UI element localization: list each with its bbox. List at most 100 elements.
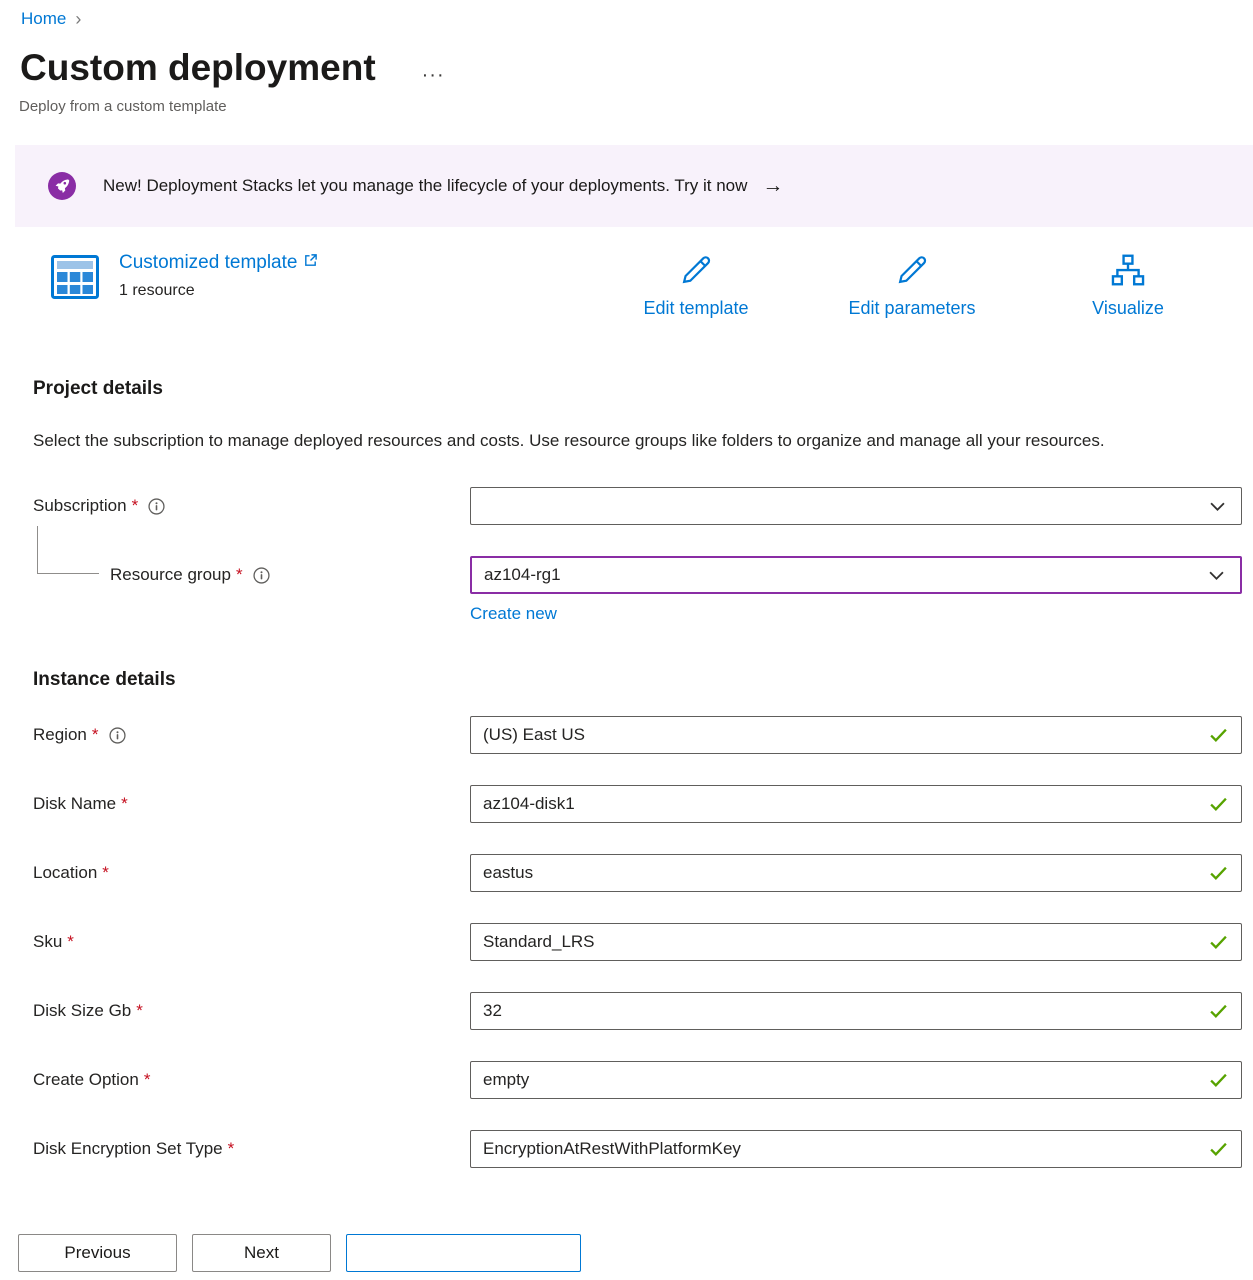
region-input[interactable]: (US) East US [470, 716, 1242, 754]
resource-group-control: az104-rg1 [470, 556, 1242, 594]
location-input[interactable]: eastus [470, 854, 1242, 892]
info-icon[interactable] [253, 567, 270, 584]
create-option-field-row: Create Option * empty [33, 1061, 1253, 1099]
location-value: eastus [483, 863, 533, 883]
arrow-right-icon[interactable]: → [762, 174, 783, 198]
parent-child-connector-line [37, 526, 99, 574]
subscription-dropdown[interactable] [470, 487, 1242, 525]
required-marker: * [136, 1001, 143, 1021]
disk-size-gb-input[interactable]: 32 [470, 992, 1242, 1030]
sku-control: Standard_LRS [470, 923, 1242, 961]
subscription-label: Subscription [33, 496, 127, 516]
region-label: Region [33, 725, 87, 745]
region-control: (US) East US [470, 716, 1242, 754]
valid-check-icon [1209, 728, 1228, 743]
disk-name-value: az104-disk1 [483, 794, 575, 814]
required-marker: * [228, 1139, 235, 1159]
region-label-group: Region * [33, 725, 470, 745]
resource-group-dropdown[interactable]: az104-rg1 [470, 556, 1242, 594]
wizard-footer: Previous Next Review + create [0, 1206, 1253, 1280]
page-subtitle: Deploy from a custom template [19, 98, 1253, 115]
chevron-right-icon: › [75, 10, 81, 28]
instance-details-heading: Instance details [33, 669, 1253, 691]
subscription-label-group: Subscription * [33, 496, 470, 516]
required-marker: * [132, 496, 139, 516]
required-marker: * [92, 725, 99, 745]
create-option-value: empty [483, 1070, 529, 1090]
region-field-row: Region * (US) East US [33, 716, 1253, 754]
location-label: Location [33, 863, 97, 883]
disk-size-gb-control: 32 [470, 992, 1242, 1030]
valid-check-icon [1209, 1004, 1228, 1019]
location-control: eastus [470, 854, 1242, 892]
more-options-button[interactable]: ··· [422, 64, 445, 87]
title-row: Custom deployment ··· [20, 45, 1253, 91]
resource-group-value: az104-rg1 [484, 565, 561, 585]
valid-check-icon [1209, 866, 1228, 881]
disk-encryption-set-type-input[interactable]: EncryptionAtRestWithPlatformKey [470, 1130, 1242, 1168]
edit-template-button[interactable]: Edit template [588, 251, 804, 319]
customized-template-link[interactable]: Customized template [119, 252, 318, 274]
info-icon[interactable] [109, 727, 126, 744]
required-marker: * [144, 1070, 151, 1090]
create-new-link[interactable]: Create new [470, 604, 557, 624]
pencil-icon [893, 251, 931, 294]
disk-encryption-set-type-control: EncryptionAtRestWithPlatformKey [470, 1130, 1242, 1168]
external-link-icon [303, 252, 318, 274]
disk-size-gb-field-row: Disk Size Gb * 32 [33, 992, 1253, 1030]
project-details-description: Select the subscription to manage deploy… [33, 425, 1183, 456]
edit-template-label: Edit template [643, 298, 748, 319]
create-option-label-group: Create Option * [33, 1070, 470, 1090]
disk-encryption-set-type-value: EncryptionAtRestWithPlatformKey [483, 1139, 741, 1159]
visualize-icon [1109, 251, 1147, 294]
disk-size-gb-value: 32 [483, 1001, 502, 1021]
valid-check-icon [1209, 1142, 1228, 1157]
rocket-icon [48, 172, 76, 200]
page-title: Custom deployment [20, 45, 376, 91]
disk-name-label: Disk Name [33, 794, 116, 814]
project-details-heading: Project details [33, 378, 1253, 400]
pencil-icon [677, 251, 715, 294]
valid-check-icon [1209, 935, 1228, 950]
visualize-button[interactable]: Visualize [1020, 251, 1236, 319]
edit-parameters-button[interactable]: Edit parameters [804, 251, 1020, 319]
disk-size-gb-label: Disk Size Gb [33, 1001, 131, 1021]
location-label-group: Location * [33, 863, 470, 883]
subscription-field-row: Subscription * [33, 487, 1253, 525]
sku-label: Sku [33, 932, 62, 952]
template-actions: Edit template Edit parameters Visualize [588, 251, 1236, 319]
disk-encryption-set-type-label-group: Disk Encryption Set Type * [33, 1139, 470, 1159]
previous-button[interactable]: Previous [18, 1234, 177, 1272]
valid-check-icon [1209, 797, 1228, 812]
chevron-down-icon [1209, 571, 1224, 581]
template-info: Customized template 1 resource [119, 249, 318, 333]
deployment-stacks-banner[interactable]: New! Deployment Stacks let you manage th… [15, 145, 1253, 227]
template-icon [51, 255, 99, 299]
resource-group-field-row: Resource group * az104-rg1 [33, 556, 1253, 594]
breadcrumb-home-link[interactable]: Home [21, 9, 66, 29]
resource-group-label: Resource group [110, 565, 231, 585]
disk-name-input[interactable]: az104-disk1 [470, 785, 1242, 823]
review-create-button[interactable]: Review + create [346, 1234, 581, 1272]
required-marker: * [67, 932, 74, 952]
subscription-control [470, 487, 1242, 525]
instance-details-form: Region * (US) East US Disk Name * az104-… [33, 716, 1253, 1168]
banner-message: New! Deployment Stacks let you manage th… [103, 176, 747, 196]
info-icon[interactable] [148, 498, 165, 515]
location-field-row: Location * eastus [33, 854, 1253, 892]
required-marker: * [236, 565, 243, 585]
sku-input[interactable]: Standard_LRS [470, 923, 1242, 961]
template-resource-count: 1 resource [119, 282, 318, 300]
disk-encryption-set-type-field-row: Disk Encryption Set Type * EncryptionAtR… [33, 1130, 1253, 1168]
create-option-input[interactable]: empty [470, 1061, 1242, 1099]
next-button[interactable]: Next [192, 1234, 331, 1272]
disk-name-control: az104-disk1 [470, 785, 1242, 823]
breadcrumb: Home › [0, 0, 1253, 29]
template-card: Customized template 1 resource Edit temp… [0, 249, 1253, 333]
chevron-down-icon [1210, 502, 1225, 512]
create-option-control: empty [470, 1061, 1242, 1099]
disk-name-label-group: Disk Name * [33, 794, 470, 814]
required-marker: * [121, 794, 128, 814]
disk-name-field-row: Disk Name * az104-disk1 [33, 785, 1253, 823]
sku-field-row: Sku * Standard_LRS [33, 923, 1253, 961]
